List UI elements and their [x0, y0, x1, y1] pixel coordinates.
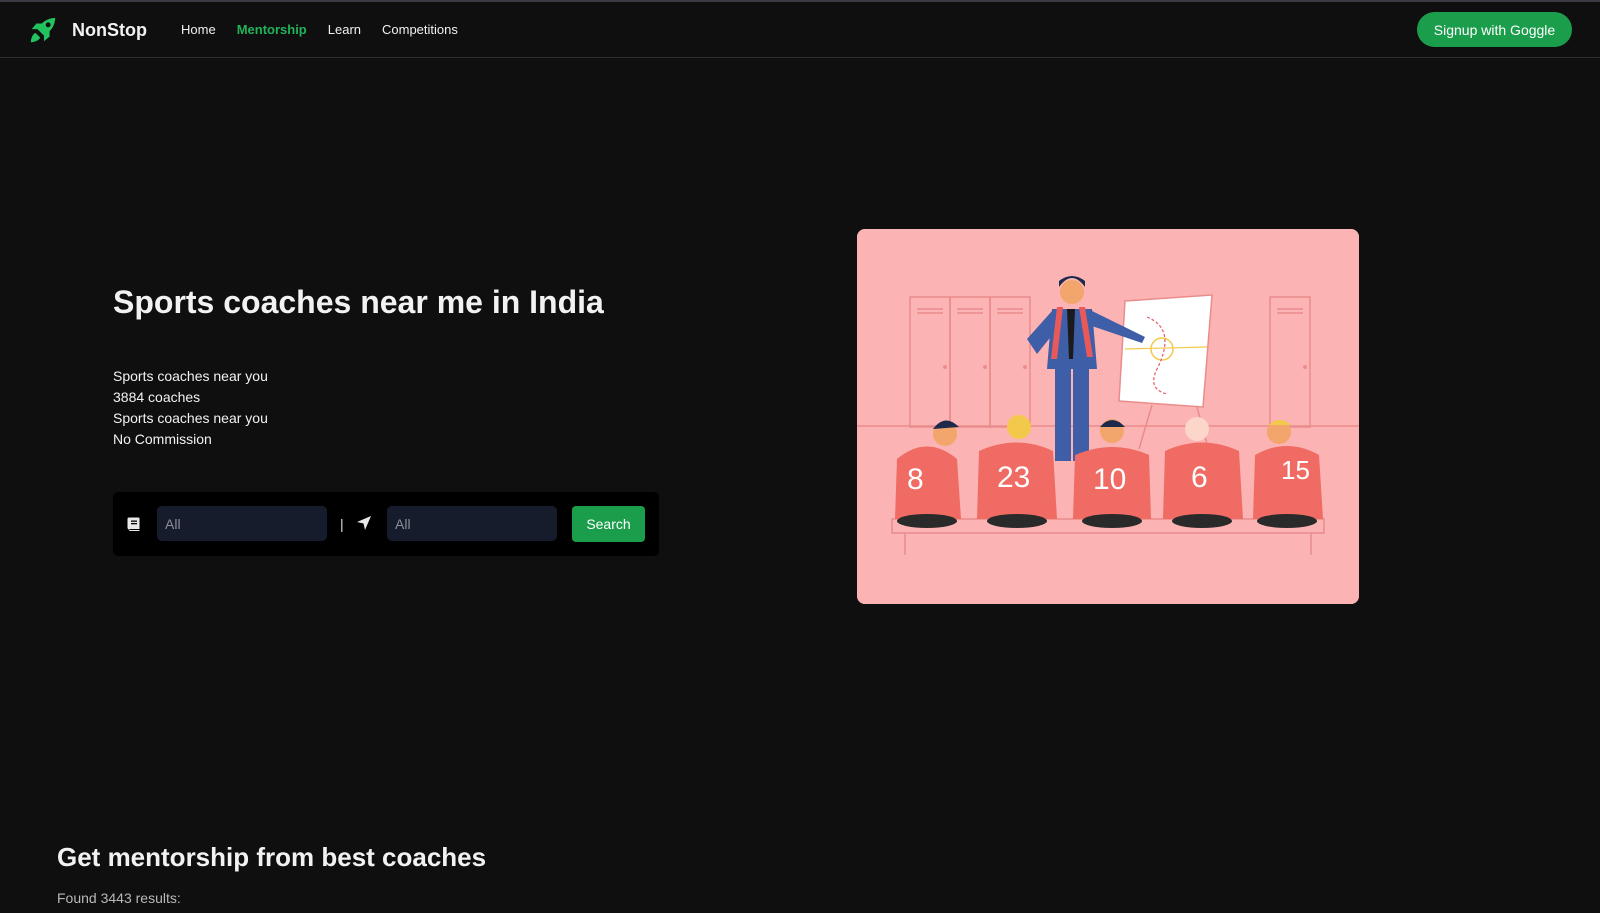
nav-link-home[interactable]: Home — [181, 22, 216, 37]
fact-line: No Commission — [113, 431, 212, 447]
fact-line: 3884 coaches — [113, 389, 201, 405]
search-bar: | Search — [113, 492, 659, 556]
nav-link-mentorship[interactable]: Mentorship — [237, 22, 307, 37]
fact-line: Sports coaches near you — [113, 368, 268, 384]
location-search-input[interactable] — [387, 506, 557, 541]
rocket-icon — [30, 17, 56, 43]
section-title: Get mentorship from best coaches — [57, 842, 487, 872]
hero-title: Sports coaches near me in India — [113, 284, 604, 320]
svg-text:15: 15 — [1281, 455, 1310, 485]
navbar: NonStop Home Mentorship Learn Competitio… — [0, 2, 1600, 58]
svg-text:23: 23 — [997, 461, 1030, 494]
results-count: Found 3443 results: — [57, 890, 181, 906]
location-arrow-icon — [357, 516, 371, 530]
coach-team-illustration: 8 23 10 6 15 — [857, 229, 1359, 604]
nav-link-learn[interactable]: Learn — [328, 22, 361, 37]
brand-name: NonStop — [72, 19, 147, 40]
brand[interactable]: NonStop — [28, 14, 147, 46]
category-search-input[interactable] — [157, 506, 327, 541]
svg-text:10: 10 — [1093, 463, 1126, 496]
signup-google-button[interactable]: Signup with Goggle — [1417, 12, 1572, 47]
svg-text:6: 6 — [1191, 461, 1208, 494]
svg-text:8: 8 — [907, 463, 924, 496]
search-separator: | — [340, 516, 344, 532]
fact-line: Sports coaches near you — [113, 410, 268, 426]
nav-link-competitions[interactable]: Competitions — [382, 22, 458, 37]
nav-links: Home Mentorship Learn Competitions — [181, 22, 479, 37]
hero-facts: Sports coaches near you 3884 coaches Spo… — [113, 366, 268, 450]
search-button[interactable]: Search — [572, 506, 645, 542]
book-icon — [127, 517, 140, 531]
